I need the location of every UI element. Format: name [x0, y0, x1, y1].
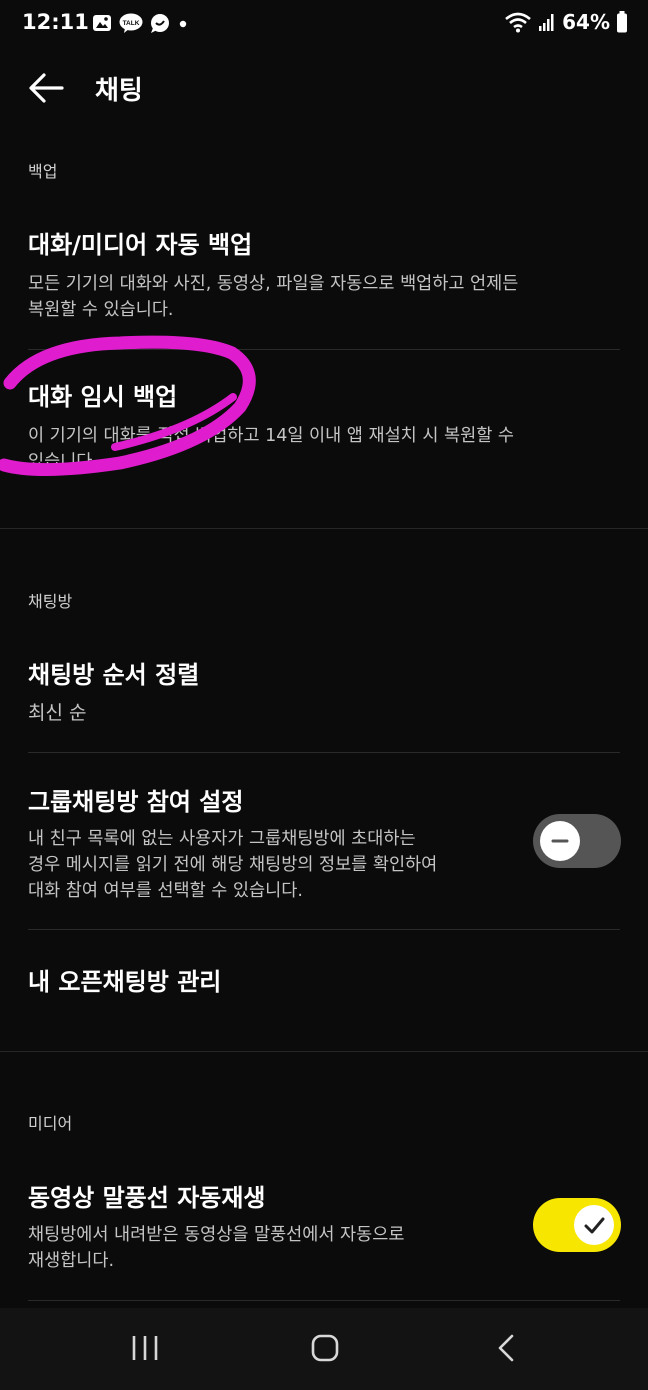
autoplay-desc-line2: 재생합니다.: [28, 1251, 115, 1271]
talk-icon: TALK: [119, 13, 143, 33]
svg-text:TALK: TALK: [123, 20, 140, 27]
battery-icon: [617, 11, 627, 33]
back-button[interactable]: [26, 70, 66, 106]
app-bar: 채팅: [0, 58, 648, 118]
status-right: 64%: [504, 10, 628, 34]
section-header-media: 미디어: [28, 1114, 73, 1133]
sort-order-value: 최신 순: [28, 702, 87, 724]
status-bar: 12:11 TALK 64%: [0, 0, 648, 50]
auto-backup-title: 대화/미디어 자동 백업: [28, 231, 253, 259]
section-header-backup: 백업: [28, 162, 58, 181]
check-icon: [584, 1217, 605, 1234]
divider: [28, 929, 620, 930]
group-join-title: 그룹채팅방 참여 설정: [28, 788, 244, 816]
auto-backup-desc-line1: 모든 기기의 대화와 사진, 동영상, 파일을 자동으로 백업하고 언제든: [28, 274, 519, 294]
dot-icon: [179, 20, 187, 28]
divider: [28, 752, 620, 753]
section-divider: [0, 1051, 648, 1052]
system-nav-bar: [0, 1308, 648, 1390]
recent-apps-icon[interactable]: [130, 1332, 160, 1364]
chat-bubble-icon: [151, 14, 169, 33]
group-join-desc-line3: 대화 참여 여부를 선택할 수 있습니다.: [28, 881, 303, 901]
wifi-icon: [505, 12, 531, 33]
status-time: 12:11: [22, 10, 89, 34]
annotation-scribble: [0, 335, 256, 477]
battery-percent: 64%: [562, 10, 610, 34]
toggle-knob: [574, 1205, 614, 1245]
group-join-desc-line1: 내 친구 목록에 없는 사용자가 그룹채팅방에 초대하는: [28, 829, 416, 849]
divider: [28, 1300, 620, 1301]
home-icon[interactable]: [309, 1332, 341, 1364]
auto-backup-desc-line2: 복원할 수 있습니다.: [28, 300, 174, 320]
notification-icons: TALK: [92, 13, 189, 33]
sort-order-title: 채팅방 순서 정렬: [28, 661, 200, 689]
toggle-knob: [540, 821, 580, 861]
minus-icon: [551, 839, 569, 843]
page-title: 채팅: [95, 76, 143, 106]
section-header-chatroom: 채팅방: [28, 592, 73, 611]
open-chat-title: 내 오픈채팅방 관리: [28, 968, 222, 996]
back-nav-icon[interactable]: [494, 1332, 518, 1364]
signal-icon: [539, 14, 554, 31]
group-join-desc-line2: 경우 메시지를 읽기 전에 해당 채팅방의 정보를 확인하여: [28, 855, 438, 875]
autoplay-title: 동영상 말풍선 자동재생: [28, 1184, 266, 1212]
section-divider: [0, 528, 648, 529]
autoplay-toggle[interactable]: [533, 1198, 621, 1252]
autoplay-desc-line1: 채팅방에서 내려받은 동영상을 말풍선에서 자동으로: [28, 1225, 405, 1245]
arrow-left-icon: [29, 73, 64, 103]
group-join-toggle[interactable]: [533, 814, 621, 868]
gallery-icon: [93, 15, 111, 31]
